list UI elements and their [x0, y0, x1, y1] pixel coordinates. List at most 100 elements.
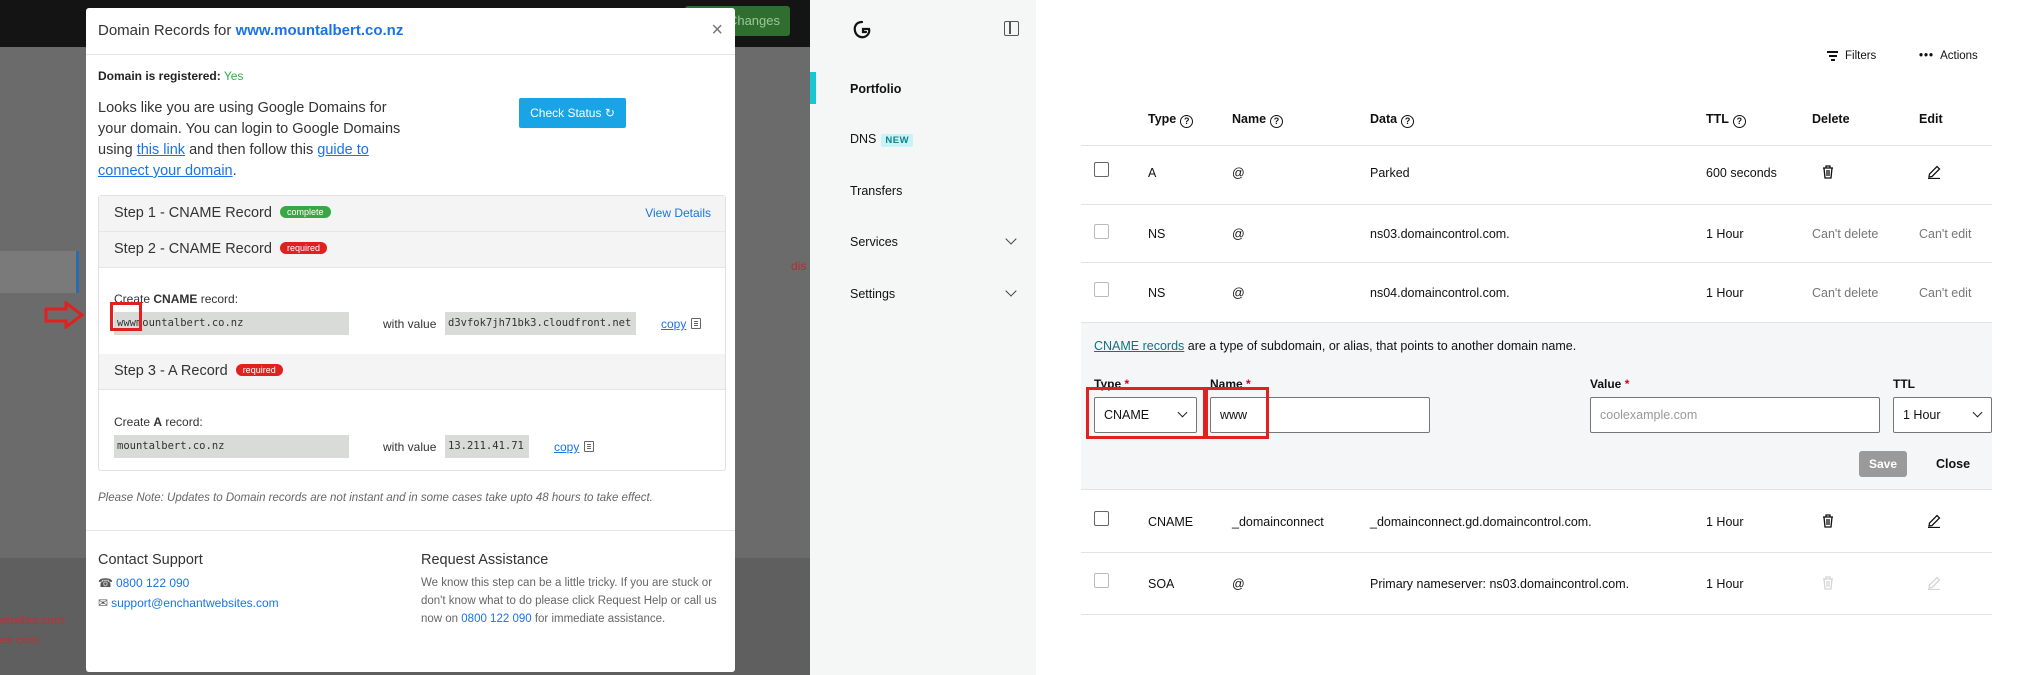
ttl-field-label: TTL [1893, 377, 1915, 391]
row-checkbox[interactable] [1094, 282, 1109, 297]
filters-button[interactable]: Filters [1827, 50, 1876, 62]
cell-type: NS [1148, 286, 1166, 300]
contact-email[interactable]: ✉ support@enchantwebsites.com [98, 596, 279, 610]
row-divider [1081, 614, 1992, 615]
copy-icon[interactable] [691, 318, 701, 329]
annotation-highlight-box [110, 302, 142, 331]
chevron-down-icon [1972, 407, 1983, 418]
cell-name: @ [1232, 166, 1245, 180]
chevron-down-icon[interactable] [1005, 233, 1017, 245]
help-icon[interactable]: ? [1732, 115, 1746, 128]
background-link: es.com [0, 633, 39, 647]
required-mark: * [1624, 377, 1630, 391]
cell-delete-disabled: Can't delete [1812, 227, 1879, 241]
check-status-label: Check Status [530, 106, 602, 120]
ttl-select[interactable]: 1 Hour [1893, 397, 1992, 433]
contact-phone[interactable]: ☎ 0800 122 090 [98, 576, 189, 590]
chevron-down-icon[interactable] [1005, 285, 1017, 297]
column-header-type: Type? [1148, 112, 1194, 128]
dimmed-app-background: Changes dis ebsites.com es.com Domain Re… [0, 0, 810, 675]
step2-value-field[interactable]: d3vfok7jh71bk3.cloudfront.net [445, 312, 636, 335]
sidebar-item-transfers[interactable]: Transfers [850, 184, 902, 198]
value-input[interactable]: coolexample.com [1590, 397, 1880, 433]
row-checkbox[interactable] [1094, 573, 1109, 588]
check-status-button[interactable]: Check Status ↻ [519, 98, 626, 128]
filter-icon [1827, 51, 1838, 61]
row-checkbox[interactable] [1094, 224, 1109, 239]
sidebar-item-label: DNS [850, 132, 877, 146]
pencil-icon[interactable] [1927, 165, 1941, 179]
row-divider [1081, 262, 1992, 263]
google-domains-info: Looks like you are using Google Domains … [98, 98, 418, 182]
help-icon[interactable]: ? [1180, 115, 1194, 128]
step3-value-field[interactable]: 13.211.41.71 [445, 435, 529, 458]
record-type: A [153, 415, 163, 429]
sidebar: Portfolio DNS NEW Transfers Services Sett… [810, 0, 1036, 675]
step2-name-field[interactable]: wwwmountalbert.co.nz [114, 312, 349, 335]
cname-description-text: are a type of subdomain, or alias, that … [1184, 339, 1577, 353]
cell-data: Parked [1370, 166, 1410, 180]
this-link[interactable]: this link [137, 142, 185, 158]
sidebar-item-services[interactable]: Services [850, 235, 898, 249]
row-divider [1081, 552, 1992, 553]
create-suffix: record: [162, 415, 203, 429]
step3-name-field[interactable]: mountalbert.co.nz [114, 435, 349, 458]
copy-link[interactable]: copy [661, 317, 686, 331]
domain-records-modal: Domain Records for www.mountalbert.co.nz… [86, 8, 735, 672]
row-checkbox[interactable] [1094, 162, 1109, 177]
status-badge: required [279, 242, 328, 254]
step2-header: Step 2 - CNAME Record required [99, 232, 725, 268]
registration-label: Domain is registered: [98, 69, 221, 83]
copy-icon[interactable] [584, 441, 594, 452]
annotation-arrow-icon [44, 301, 84, 329]
step3-title: Step 3 - A Record required [114, 363, 283, 379]
help-icon[interactable]: ? [1401, 115, 1415, 128]
ttl-select-value: 1 Hour [1903, 408, 1941, 422]
modal-domain-link[interactable]: www.mountalbert.co.nz [236, 22, 404, 39]
row-checkbox[interactable] [1094, 511, 1109, 526]
step2-title: Step 2 - CNAME Record required [114, 241, 328, 257]
cname-records-link[interactable]: CNAME records [1094, 339, 1184, 353]
request-assistance-heading: Request Assistance [421, 552, 549, 568]
name-rest: mountalbert.co.nz [135, 317, 244, 329]
help-icon[interactable]: ? [1270, 115, 1284, 128]
sidebar-item-settings[interactable]: Settings [850, 287, 895, 301]
actions-button[interactable]: ••• Actions [1919, 50, 1978, 62]
column-header-edit: Edit [1919, 112, 1943, 126]
cell-ttl: 1 Hour [1706, 515, 1744, 529]
create-suffix: record: [197, 292, 239, 306]
update-note: Please Note: Updates to Domain records a… [98, 492, 653, 504]
cell-ttl: 600 seconds [1706, 166, 1777, 180]
collapse-sidebar-icon[interactable] [1004, 21, 1019, 36]
with-value-label: with value [383, 317, 437, 331]
sidebar-item-portfolio[interactable]: Portfolio [850, 82, 901, 96]
sidebar-item-dns[interactable]: DNS NEW [850, 132, 914, 147]
actions-label: Actions [1940, 50, 1978, 62]
new-badge: NEW [881, 134, 914, 147]
trash-icon [1823, 576, 1833, 590]
copy-link[interactable]: copy [554, 440, 579, 454]
assist-text-end: for immediate assistance. [531, 613, 666, 625]
trash-icon[interactable] [1822, 514, 1834, 528]
value-label-text: Value [1590, 377, 1622, 391]
close-icon[interactable]: × [711, 19, 723, 42]
step3-header: Step 3 - A Record required [99, 354, 725, 390]
header-label: Name [1232, 112, 1267, 126]
background-red-text: dis [791, 259, 807, 273]
cell-ttl: 1 Hour [1706, 286, 1744, 300]
trash-icon[interactable] [1822, 165, 1834, 179]
pencil-icon[interactable] [1927, 514, 1941, 528]
view-details-link[interactable]: View Details [645, 206, 711, 220]
modal-header: Domain Records for www.mountalbert.co.nz… [86, 8, 735, 55]
cell-type: A [1148, 166, 1157, 180]
close-button[interactable]: Close [1936, 457, 1970, 471]
registration-value: Yes [223, 69, 244, 83]
info-text: . [232, 163, 237, 179]
assist-phone[interactable]: 0800 122 090 [461, 613, 531, 625]
background-divider [76, 251, 79, 293]
column-header-name: Name? [1232, 112, 1284, 128]
steps-panel: Step 1 - CNAME Record complete View Deta… [98, 195, 726, 471]
cell-data: ns03.domaincontrol.com. [1370, 227, 1510, 241]
envelope-icon: ✉ [98, 596, 109, 610]
save-button[interactable]: Save [1859, 451, 1907, 477]
